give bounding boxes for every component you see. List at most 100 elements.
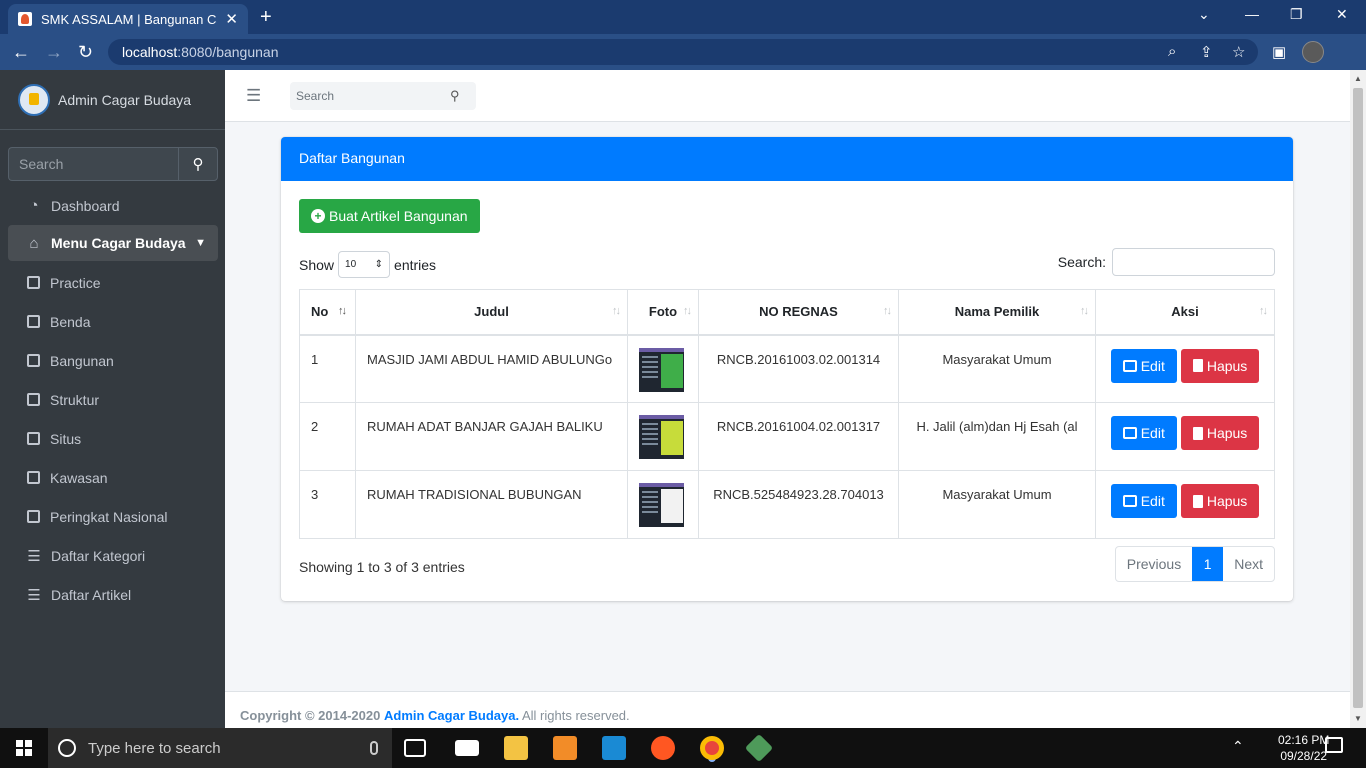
column-no-regnas[interactable]: NO REGNAS ↑↓ [698, 289, 899, 336]
pagination-next[interactable]: Next [1223, 547, 1274, 581]
back-icon[interactable]: ← [12, 42, 30, 63]
brand-link[interactable]: Admin Cagar Budaya [0, 70, 225, 130]
taskbar-search[interactable]: Type here to search [48, 728, 392, 768]
close-window-icon[interactable]: ✕ [1336, 6, 1348, 23]
sidebar-item-daftar-kategori[interactable]: ☰ Daftar Kategori [8, 536, 218, 575]
scroll-down-icon[interactable]: ▼ [1354, 714, 1362, 723]
table-search-input[interactable] [1112, 248, 1275, 276]
chevron-up-icon[interactable]: ⌃ [1232, 738, 1244, 754]
entries-select[interactable]: 10 ⇕ [338, 251, 391, 278]
cell-no: 2 [299, 402, 356, 471]
new-tab-button[interactable]: + [260, 6, 272, 29]
taskbar: Type here to search ⌃ 02:16 PM 09/28/22 [0, 728, 1366, 768]
hamburger-menu-icon[interactable]: ☰ [246, 86, 261, 106]
close-tab-icon[interactable]: ✕ [225, 10, 238, 28]
tab-title: SMK ASSALAM | Bangunan Cagar [41, 11, 217, 27]
microphone-icon[interactable] [370, 741, 378, 755]
mail-icon[interactable] [455, 740, 479, 756]
cell-pemilik: Masyarakat Umum [898, 470, 1096, 539]
windows-start-icon[interactable] [16, 740, 32, 756]
profile-avatar[interactable] [1302, 41, 1324, 63]
notification-icon[interactable] [1325, 737, 1343, 753]
share-icon[interactable]: ⇪ [1200, 43, 1213, 61]
restore-icon[interactable]: ❐ [1290, 6, 1303, 23]
sidebar-item-practice[interactable]: Practice [8, 263, 218, 302]
bangunan-card: Daftar Bangunan + Buat Artikel Bangunan … [281, 137, 1293, 601]
foto-thumbnail[interactable] [639, 415, 684, 459]
column-nama-pemilik[interactable]: Nama Pemilik ↑↓ [898, 289, 1096, 336]
footer-brand-link[interactable]: Admin Cagar Budaya. [384, 708, 519, 723]
vscode-icon[interactable] [602, 736, 626, 760]
sidebar-item-label: Benda [50, 313, 91, 330]
edit-button[interactable]: Edit [1110, 416, 1177, 450]
column-no[interactable]: No ↑↓ [299, 289, 356, 336]
git-icon[interactable] [744, 733, 774, 763]
square-icon [27, 510, 40, 523]
trash-icon [1192, 359, 1203, 372]
cell-pemilik: Masyarakat Umum [898, 334, 1096, 403]
square-icon [27, 276, 40, 289]
cell-aksi: Edit Hapus [1095, 402, 1275, 471]
sidebar-search-input[interactable]: Search [8, 147, 178, 181]
bangunan-table: No ↑↓ Judul ↑↓ Foto ↑↓ NO REGNAS ↑↓ Nama Pem… [299, 289, 1275, 539]
list-icon: ☰ [27, 586, 41, 604]
square-icon [27, 471, 40, 484]
task-view-icon[interactable] [404, 739, 426, 757]
column-judul[interactable]: Judul ↑↓ [355, 289, 628, 336]
zoom-icon[interactable]: ⌕ [1168, 43, 1176, 60]
search-icon[interactable]: ⚲ [450, 88, 476, 104]
entries-label: entries [394, 256, 437, 273]
create-article-button[interactable]: + Buat Artikel Bangunan [299, 199, 480, 233]
chrome-icon[interactable] [700, 736, 724, 760]
sidebar-search-button[interactable]: ⚲ [178, 147, 218, 181]
trash-icon [1192, 494, 1203, 508]
side-panel-icon[interactable]: ▣ [1272, 43, 1286, 61]
xampp-icon[interactable] [553, 736, 577, 760]
sort-icon: ↑↓ [1259, 305, 1268, 317]
sidebar-item-kawasan[interactable]: Kawasan [8, 458, 218, 497]
minimize-icon[interactable]: — [1245, 6, 1259, 22]
sidebar-item-menu-cagar-budaya[interactable]: ⌂ Menu Cagar Budaya ▼ [8, 225, 218, 261]
sidebar-item-struktur[interactable]: Struktur [8, 380, 218, 419]
edit-button[interactable]: Edit [1110, 484, 1177, 518]
foto-thumbnail[interactable] [639, 483, 684, 527]
chevron-down-icon: ▼ [195, 237, 206, 249]
sidebar-item-peringkat-nasional[interactable]: Peringkat Nasional [8, 497, 218, 536]
scrollbar-thumb[interactable] [1353, 88, 1363, 708]
edit-button[interactable]: Edit [1110, 348, 1177, 383]
clock[interactable]: 02:16 PM 09/28/22 [1278, 732, 1329, 764]
forward-icon[interactable]: → [45, 42, 63, 63]
footer-rights: All rights reserved. [521, 708, 630, 723]
sort-icon: ↑↓ [883, 305, 892, 317]
page-scrollbar[interactable]: ▲ ▼ [1350, 70, 1366, 728]
sidebar-item-dashboard[interactable]: ◔ Dashboard [8, 186, 218, 225]
sidebar-item-label: Daftar Kategori [51, 547, 146, 564]
foto-thumbnail[interactable] [639, 347, 684, 392]
delete-button[interactable]: Hapus [1180, 416, 1260, 450]
scroll-up-icon[interactable]: ▲ [1354, 74, 1362, 83]
navbar-search: Search ⚲ [290, 82, 476, 110]
sidebar-item-bangunan[interactable]: Bangunan [8, 341, 218, 380]
column-foto[interactable]: Foto ↑↓ [627, 289, 699, 336]
delete-button[interactable]: Hapus [1180, 484, 1260, 518]
tab-search-icon[interactable]: ⌄ [1198, 6, 1210, 23]
pagination-previous[interactable]: Previous [1116, 547, 1192, 581]
file-explorer-icon[interactable] [504, 736, 528, 760]
cell-regnas: RNCB.525484923.28.704013 [698, 470, 899, 539]
url-host: localhost [122, 44, 178, 60]
reload-icon[interactable]: ↻ [78, 42, 93, 63]
cell-aksi: Edit Hapus [1095, 334, 1275, 403]
entries-length-control: Show 10 ⇕ entries [299, 251, 436, 278]
brand-logo-icon [18, 83, 50, 116]
sidebar-item-benda[interactable]: Benda [8, 302, 218, 341]
delete-button[interactable]: Hapus [1180, 348, 1260, 383]
sidebar-item-situs[interactable]: Situs [8, 419, 218, 458]
navbar-search-input[interactable]: Search [290, 89, 450, 103]
address-bar[interactable]: i localhost:8080/bangunan [108, 39, 1258, 475]
browser-tab[interactable]: SMK ASSALAM | Bangunan Cagar ✕ [8, 4, 248, 34]
bookmark-star-icon[interactable]: ☆ [1232, 43, 1245, 61]
column-aksi[interactable]: Aksi ↑↓ [1095, 289, 1275, 336]
pagination-page-1[interactable]: 1 [1192, 547, 1224, 581]
sublime-icon[interactable] [651, 736, 675, 760]
sidebar-item-daftar-artikel[interactable]: ☰ Daftar Artikel [8, 575, 218, 614]
